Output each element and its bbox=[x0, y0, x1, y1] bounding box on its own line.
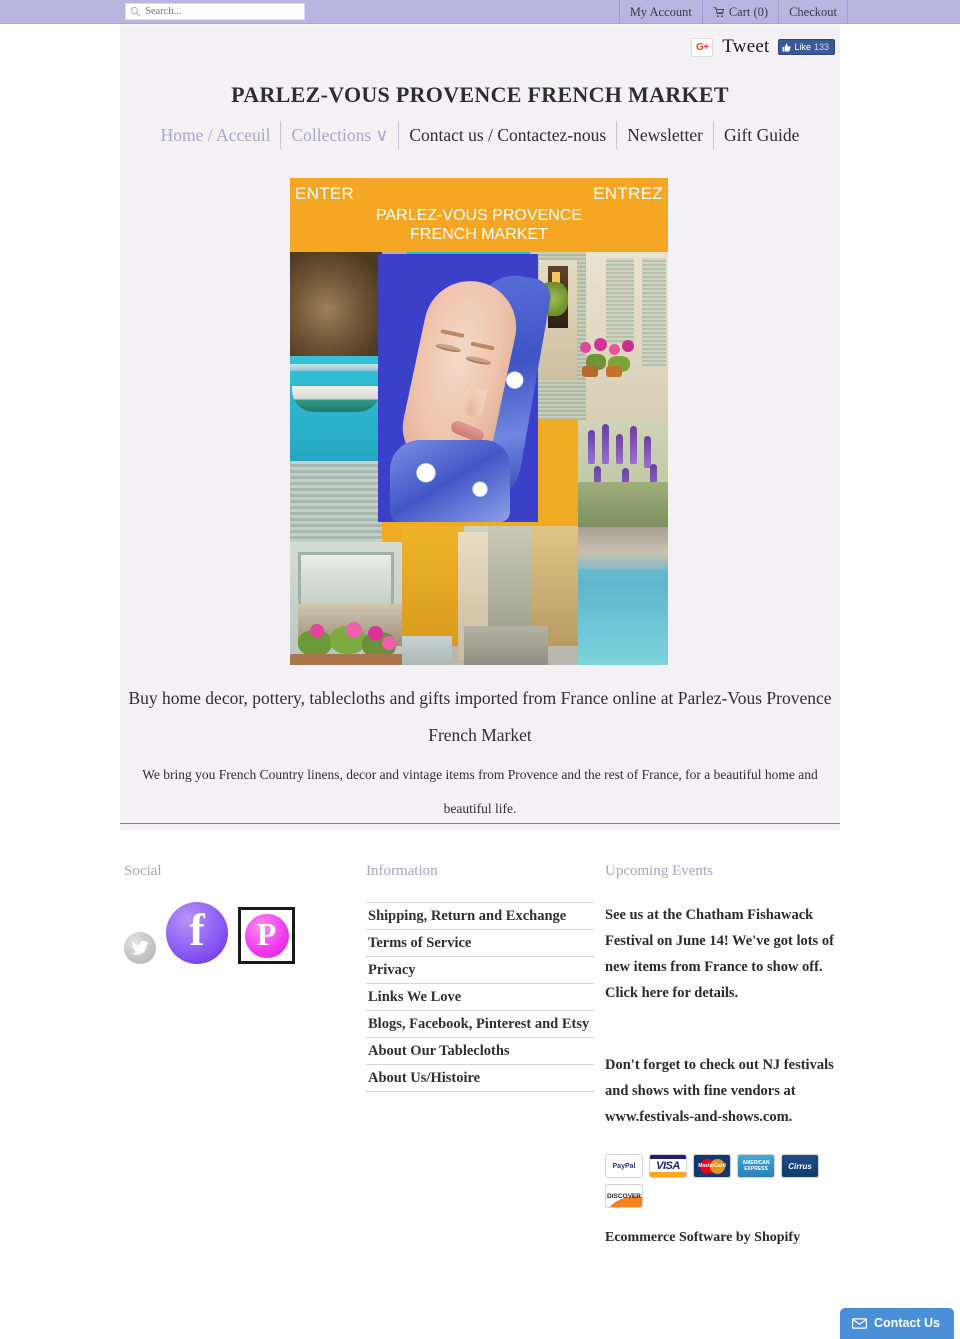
collage-tile-moored-boats bbox=[290, 356, 382, 461]
nav-item-gift-guide[interactable]: Gift Guide bbox=[714, 121, 809, 149]
collage-tile-geraniums bbox=[290, 622, 406, 665]
google-plus-label: G+ bbox=[695, 41, 709, 53]
twitter-bird-glyph bbox=[131, 941, 149, 955]
cart-link[interactable]: Cart (0) bbox=[701, 0, 778, 24]
collage-tile-shutter-c bbox=[642, 258, 666, 366]
twitter-icon[interactable] bbox=[124, 932, 156, 964]
social-heading: Social bbox=[124, 863, 162, 879]
tweet-button[interactable]: Tweet bbox=[722, 36, 769, 58]
list-item: Terms of Service bbox=[366, 930, 594, 957]
hero-brand-line2: FRENCH MARKET bbox=[410, 226, 548, 243]
footer-column-social: Social f P bbox=[124, 863, 354, 964]
information-heading: Information bbox=[366, 863, 438, 879]
collage-tile-portrait bbox=[378, 254, 554, 522]
mastercard-icon: MasterCard bbox=[693, 1154, 731, 1178]
collage-tile-window-frame bbox=[298, 552, 394, 608]
search-icon bbox=[130, 6, 141, 17]
hero-entrez-label: ENTREZ bbox=[593, 184, 663, 203]
my-account-label: My Account bbox=[629, 4, 692, 19]
hero-enter-label: ENTER bbox=[295, 184, 355, 203]
discover-icon: DISCOVER bbox=[605, 1184, 643, 1208]
checkout-link[interactable]: Checkout bbox=[778, 0, 848, 24]
info-link-terms[interactable]: Terms of Service bbox=[366, 930, 594, 956]
list-item: Links We Love bbox=[366, 984, 594, 1011]
my-account-link[interactable]: My Account bbox=[618, 0, 702, 24]
collage-tile-rocks bbox=[578, 527, 668, 569]
event-paragraph-1: See us at the Chatham Fishawack Festival… bbox=[605, 907, 834, 1001]
info-link-about-us[interactable]: About Us/Histoire bbox=[366, 1065, 594, 1091]
cirrus-icon: Cirrus bbox=[781, 1154, 819, 1178]
list-item: About Our Tablecloths bbox=[366, 1038, 594, 1065]
cirrus-label: Cirrus bbox=[788, 1161, 812, 1171]
amex-label: AMERICAN EXPRESS bbox=[742, 1160, 770, 1172]
visa-label: VISA bbox=[656, 1160, 680, 1172]
social-share-row: G+ Tweet Like 133 bbox=[691, 36, 835, 58]
pinterest-glyph-circle: P bbox=[244, 913, 289, 958]
collage-tile-tree bbox=[290, 252, 382, 356]
main-navigation: Home / Acceuil Collections ∨ Contact us / … bbox=[120, 121, 840, 149]
events-heading: Upcoming Events bbox=[605, 863, 713, 879]
list-item: Shipping, Return and Exchange bbox=[366, 903, 594, 930]
information-link-list: Shipping, Return and Exchange Terms of S… bbox=[366, 902, 594, 1092]
hero-collage-image[interactable]: ENTER ENTREZ PARLEZ-VOUS PROVENCE FRENCH… bbox=[290, 178, 668, 665]
collage-tile-shutter-b bbox=[606, 258, 634, 344]
pinterest-icon[interactable]: P bbox=[238, 907, 295, 964]
paypal-icon: PayPal bbox=[605, 1154, 643, 1178]
facebook-icon[interactable]: f bbox=[166, 902, 228, 964]
search-box[interactable] bbox=[125, 3, 305, 20]
contact-us-label: Contact Us bbox=[874, 1316, 940, 1330]
section-divider bbox=[120, 823, 840, 824]
collage-tile-window-flowers bbox=[576, 338, 638, 378]
list-item: Blogs, Facebook, Pinterest and Etsy bbox=[366, 1011, 594, 1038]
contact-us-button[interactable]: Contact Us bbox=[840, 1308, 954, 1339]
like-count: 133 bbox=[813, 42, 829, 52]
thumbs-up-icon bbox=[783, 43, 791, 51]
discover-label: DISCOVER bbox=[607, 1192, 641, 1200]
mastercard-label: MasterCard bbox=[698, 1163, 726, 1169]
info-link-privacy[interactable]: Privacy bbox=[366, 957, 594, 983]
nav-item-collections[interactable]: Collections ∨ bbox=[281, 121, 400, 149]
hero-banner: ENTER ENTREZ PARLEZ-VOUS PROVENCE FRENCH… bbox=[290, 178, 668, 254]
event-paragraph-2: Don't forget to check out NJ festivals a… bbox=[605, 1057, 834, 1125]
checkout-label: Checkout bbox=[789, 4, 837, 19]
social-icon-row: f P bbox=[124, 902, 354, 964]
paypal-label: PayPal bbox=[612, 1162, 636, 1170]
hero-brand-text: PARLEZ-VOUS PROVENCE FRENCH MARKET bbox=[290, 206, 668, 244]
collage-tile-lavender bbox=[578, 420, 668, 527]
collage-grid bbox=[290, 252, 668, 665]
collage-tile-alley bbox=[402, 526, 578, 665]
nav-item-home[interactable]: Home / Acceuil bbox=[151, 121, 282, 149]
footer: Social f P Information Shipping, Return … bbox=[0, 845, 960, 1339]
payment-icon-row: PayPal VISA MasterCard AMERICAN EXPRESS … bbox=[605, 1154, 843, 1208]
cart-icon bbox=[713, 6, 724, 17]
shopify-credit: Ecommerce Software by Shopify bbox=[605, 1230, 801, 1245]
cart-label: Cart (0) bbox=[728, 4, 769, 19]
envelope-icon bbox=[852, 1317, 868, 1329]
footer-column-events: Upcoming Events See us at the Chatham Fi… bbox=[605, 863, 850, 1246]
list-item: Privacy bbox=[366, 957, 594, 984]
subline: We bring you French Country linens, deco… bbox=[142, 767, 818, 816]
nav-item-contact-us[interactable]: Contact us / Contactez-nous bbox=[399, 121, 618, 149]
info-link-about-tablecloths[interactable]: About Our Tablecloths bbox=[366, 1038, 594, 1064]
list-item: About Us/Histoire bbox=[366, 1065, 594, 1092]
site-title: PARLEZ-VOUS PROVENCE FRENCH MARKET bbox=[231, 82, 729, 107]
google-plus-icon[interactable]: G+ bbox=[691, 37, 714, 57]
search-input[interactable] bbox=[145, 6, 295, 17]
amex-icon: AMERICAN EXPRESS bbox=[737, 1154, 775, 1178]
facebook-like-button[interactable]: Like 133 bbox=[778, 39, 835, 55]
info-link-links-we-love[interactable]: Links We Love bbox=[366, 984, 594, 1010]
footer-column-information: Information Shipping, Return and Exchang… bbox=[366, 863, 594, 1092]
page-container: G+ Tweet Like 133 PARLEZ-VOUS PROVENCE F… bbox=[120, 25, 840, 830]
like-label: Like bbox=[794, 42, 811, 52]
top-utility-bar: My Account Cart (0) Checkout bbox=[0, 0, 960, 24]
tagline: Buy home decor, pottery, tablecloths and… bbox=[128, 688, 832, 745]
info-link-blogs-social[interactable]: Blogs, Facebook, Pinterest and Etsy bbox=[366, 1011, 594, 1037]
utility-links: My Account Cart (0) Checkout bbox=[618, 0, 848, 24]
info-link-shipping[interactable]: Shipping, Return and Exchange bbox=[366, 903, 594, 929]
hero-brand-line1: PARLEZ-VOUS PROVENCE bbox=[376, 207, 582, 224]
visa-icon: VISA bbox=[649, 1154, 687, 1178]
nav-item-newsletter[interactable]: Newsletter bbox=[617, 121, 715, 149]
